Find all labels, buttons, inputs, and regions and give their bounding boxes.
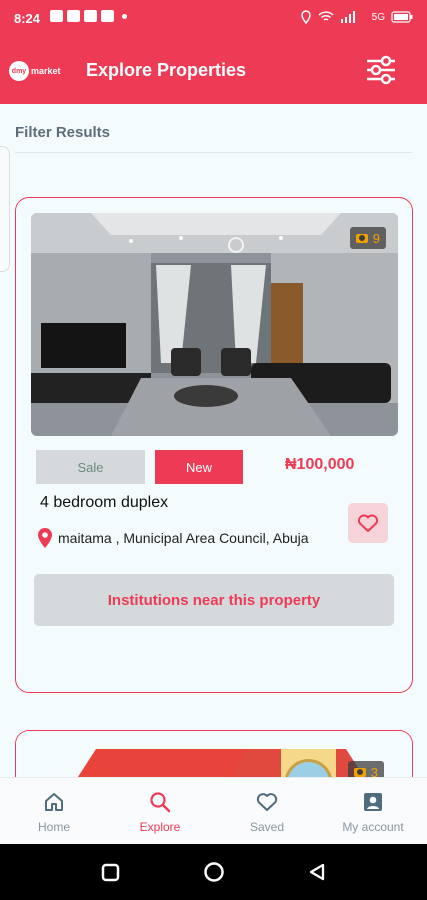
status-bar: 8:24 5G bbox=[0, 0, 427, 38]
property-card[interactable]: 9 Sale New ₦100,000 4 bedroom duplex mai… bbox=[15, 197, 413, 693]
nav-explore-label: Explore bbox=[139, 820, 181, 834]
system-icons: 5G bbox=[300, 10, 413, 24]
dot-icon bbox=[122, 13, 127, 19]
status-time: 8:24 bbox=[14, 11, 41, 26]
filter-sliders-icon[interactable] bbox=[365, 54, 397, 86]
nav-saved-label: Saved bbox=[249, 820, 285, 834]
youtube-icon bbox=[84, 10, 97, 22]
photo-count: 9 bbox=[372, 230, 380, 246]
new-tag: New bbox=[155, 450, 243, 484]
property-price: ₦100,000 bbox=[285, 456, 355, 473]
system-navigation-bar bbox=[0, 844, 427, 900]
property-photo[interactable]: 9 bbox=[31, 213, 398, 436]
heart-icon bbox=[358, 514, 378, 532]
search-icon bbox=[150, 792, 171, 813]
notification-icons bbox=[50, 10, 127, 22]
living-room-image bbox=[31, 213, 398, 436]
nav-saved[interactable]: Saved bbox=[224, 790, 310, 834]
property-title: 4 bedroom duplex bbox=[40, 494, 169, 511]
battery-icon bbox=[391, 11, 413, 23]
photo-count-badge: 9 bbox=[349, 227, 386, 249]
wifi-icon bbox=[318, 11, 334, 21]
page-title: Explore Properties bbox=[86, 60, 247, 80]
save-favorite-button[interactable] bbox=[348, 503, 388, 543]
account-icon bbox=[364, 793, 382, 811]
divider bbox=[15, 152, 412, 153]
institutions-nearby-button[interactable]: Institutions near this property bbox=[34, 574, 394, 626]
location-text: maitama , Municipal Area Council, Abuja bbox=[58, 530, 309, 546]
camera-icon bbox=[353, 767, 366, 777]
shield-icon bbox=[101, 10, 114, 22]
heart-icon bbox=[256, 793, 278, 811]
camera-icon bbox=[355, 233, 368, 243]
message-icon bbox=[50, 10, 63, 22]
nav-account-label: My account bbox=[342, 820, 404, 834]
location-pin-icon bbox=[38, 528, 52, 548]
property-location: maitama , Municipal Area Council, Abuja bbox=[36, 527, 309, 549]
signal-icon bbox=[340, 11, 355, 23]
nav-home-label: Home bbox=[37, 820, 70, 834]
location-icon bbox=[300, 10, 311, 24]
nav-home[interactable]: Home bbox=[11, 790, 97, 834]
back-icon[interactable] bbox=[307, 862, 327, 882]
network-type: 5G bbox=[371, 11, 385, 23]
app-bar: dmy market Explore Properties bbox=[0, 38, 427, 104]
logo-mark: dmy bbox=[9, 61, 29, 81]
side-drawer-handle[interactable] bbox=[0, 146, 10, 272]
sale-tag: Sale bbox=[36, 450, 145, 484]
gallery-icon bbox=[67, 10, 80, 22]
logo-text: market bbox=[31, 66, 61, 76]
app-logo: dmy market bbox=[9, 59, 61, 83]
filter-results-heading[interactable]: Filter Results bbox=[15, 124, 110, 141]
nav-explore[interactable]: Explore bbox=[117, 790, 203, 834]
bottom-navigation: Home Explore Saved My account bbox=[0, 777, 427, 845]
home-circle-icon[interactable] bbox=[203, 861, 225, 883]
home-icon bbox=[45, 793, 63, 811]
nav-account[interactable]: My account bbox=[330, 790, 416, 834]
recents-icon[interactable] bbox=[101, 863, 120, 882]
